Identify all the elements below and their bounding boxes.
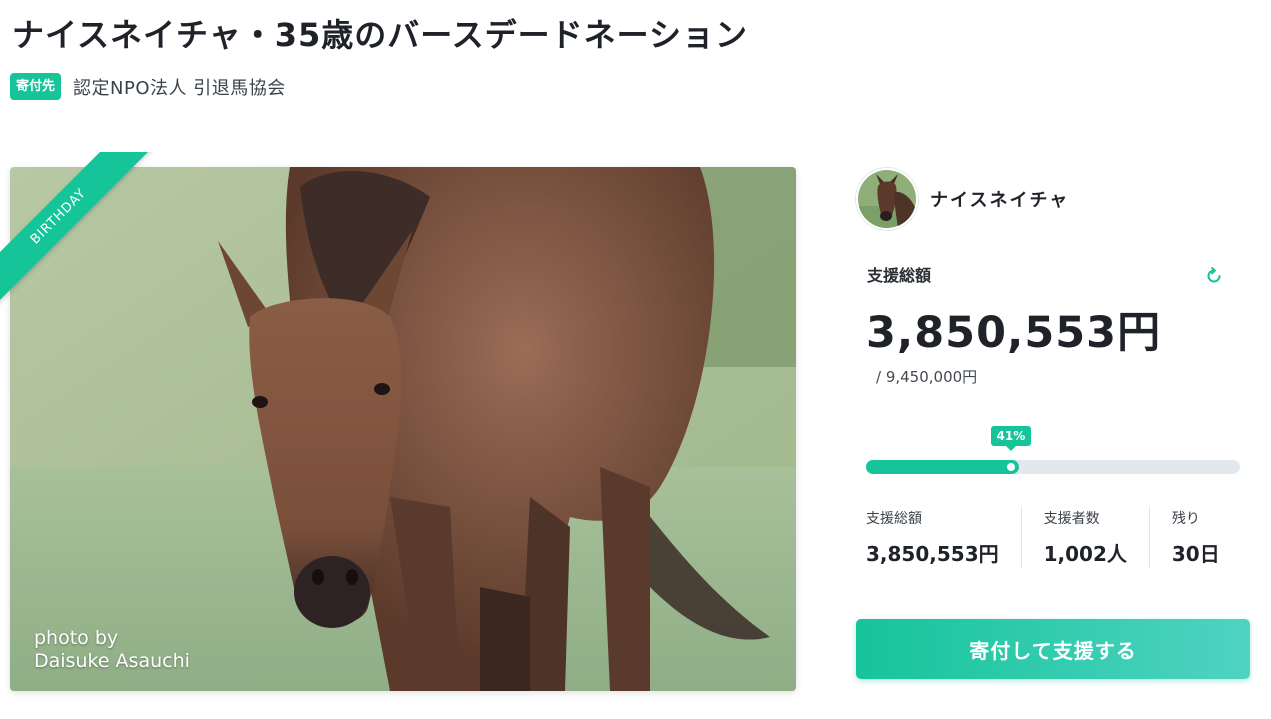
stat-value: 3,850,553円 [866,542,999,566]
horse-photo [10,167,796,691]
donee-info: 寄付先 認定NPO法人 引退馬協会 [10,73,286,100]
horse-avatar-icon [858,170,916,228]
avatar [856,168,918,230]
stat-value: 30日 [1171,542,1220,566]
photo-credit-line2: Daisuke Asauchi [34,650,190,672]
stat-supporters: 支援者数 1,002人 [1020,506,1149,568]
donee-badge: 寄付先 [10,73,62,100]
page-title: ナイスネイチャ・35歳のバースデードネーション [12,16,749,54]
stat-label: 残り [1171,511,1200,527]
progress-bar [866,460,1240,474]
stat-remaining: 残り 30日 [1148,506,1242,568]
progress-fill [866,460,1019,474]
stats-row: 支援総額 3,850,553円 支援者数 1,002人 残り 30日 [866,506,1242,568]
refresh-icon[interactable] [1204,266,1224,286]
progress-percent-badge: 41% [990,426,1032,451]
photo-credit: photo by Daisuke Asauchi [34,627,190,673]
donee-name[interactable]: 認定NPO法人 引退馬協会 [73,74,286,100]
photo-credit-line1: photo by [34,627,119,649]
stat-label: 支援者数 [1043,511,1100,527]
progress-knob [1007,463,1015,471]
donate-button[interactable]: 寄付して支援する [856,619,1250,679]
project-owner[interactable]: ナイスネイチャ [856,168,1069,230]
stat-total: 支援総額 3,850,553円 [866,506,1021,568]
total-label: 支援総額 [867,266,932,285]
stat-label: 支援総額 [866,511,922,527]
stat-value: 1,002人 [1043,542,1127,566]
owner-name: ナイスネイチャ [930,190,1070,211]
goal-amount: / 9,450,000円 [876,368,978,386]
total-amount: 3,850,553円 [866,308,1162,358]
hero-image: photo by Daisuke Asauchi [10,167,796,691]
